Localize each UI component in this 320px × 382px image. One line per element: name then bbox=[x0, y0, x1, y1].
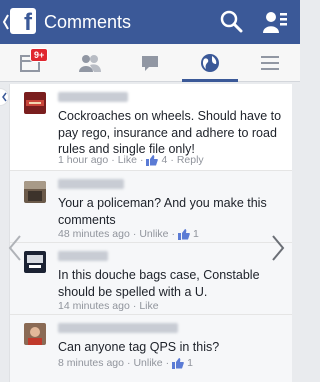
tab-bar: 9+ bbox=[0, 44, 300, 82]
next-chevron-icon[interactable] bbox=[271, 234, 285, 262]
chevron-left-icon bbox=[2, 92, 7, 102]
comment-time[interactable]: 48 minutes ago bbox=[58, 228, 130, 240]
reply-link[interactable]: Reply bbox=[177, 154, 204, 166]
tab-notifications[interactable]: 9+ bbox=[0, 44, 60, 82]
friends-icon bbox=[79, 55, 101, 72]
unlike-link[interactable]: Unlike bbox=[139, 228, 168, 240]
tab-messages[interactable] bbox=[120, 44, 180, 82]
commenter-name[interactable] bbox=[58, 323, 178, 333]
comment-text: Cockroaches on wheels. Should have to pa… bbox=[58, 109, 282, 156]
comment-text: In this douche bags case, Constable shou… bbox=[58, 268, 260, 299]
avatar[interactable] bbox=[24, 92, 46, 114]
comment-text: Can anyone tag QPS in this? bbox=[58, 340, 220, 354]
avatar[interactable] bbox=[24, 323, 46, 345]
comment-item: Can anyone tag QPS in this? 8 minutes ag… bbox=[10, 314, 292, 382]
tab-menu[interactable] bbox=[240, 44, 300, 82]
tab-globe[interactable] bbox=[180, 44, 240, 82]
avatar[interactable] bbox=[24, 251, 46, 273]
back-chevron-icon[interactable] bbox=[2, 13, 10, 31]
comment-item: In this douche bags case, Constable shou… bbox=[10, 242, 292, 314]
like-thumb-icon bbox=[178, 228, 190, 240]
comment-meta: 48 minutes ago · Unlike · 1 bbox=[58, 228, 199, 240]
side-panel-handle[interactable] bbox=[0, 88, 9, 106]
search-icon[interactable] bbox=[219, 9, 243, 33]
commenter-name[interactable] bbox=[58, 92, 128, 102]
comment-item: Cockroaches on wheels. Should have to pa… bbox=[10, 84, 292, 170]
comment-meta: 1 hour ago · Like · 4 · Reply bbox=[58, 154, 204, 166]
like-link[interactable]: Like bbox=[139, 300, 158, 312]
unlike-link[interactable]: Unlike bbox=[133, 357, 162, 369]
messages-icon bbox=[142, 56, 158, 71]
comment-time[interactable]: 14 minutes ago bbox=[58, 300, 130, 312]
like-thumb-icon bbox=[172, 357, 184, 369]
menu-icon bbox=[261, 56, 279, 70]
comment-meta: 14 minutes ago · Like bbox=[58, 300, 159, 312]
previous-chevron-icon[interactable] bbox=[8, 234, 22, 262]
like-count[interactable]: 1 bbox=[193, 228, 199, 240]
avatar[interactable] bbox=[24, 181, 46, 203]
top-bar: f Comments bbox=[0, 0, 300, 44]
notification-badge: 9+ bbox=[30, 48, 49, 62]
like-link[interactable]: Like bbox=[118, 154, 137, 166]
like-count[interactable]: 4 bbox=[161, 154, 167, 166]
like-thumb-icon bbox=[146, 154, 159, 166]
page-title: Comments bbox=[44, 12, 132, 32]
friend-requests-icon[interactable] bbox=[262, 9, 288, 35]
comment-item: Your a policeman? And you make this comm… bbox=[10, 170, 292, 242]
like-count[interactable]: 1 bbox=[187, 357, 193, 369]
comments-list: Cockroaches on wheels. Should have to pa… bbox=[9, 84, 292, 382]
comment-time[interactable]: 8 minutes ago bbox=[58, 357, 124, 369]
comment-text: Your a policeman? And you make this comm… bbox=[58, 196, 267, 227]
globe-icon bbox=[201, 54, 219, 72]
facebook-logo-icon[interactable]: f bbox=[10, 8, 36, 34]
commenter-name[interactable] bbox=[58, 251, 108, 261]
commenter-name[interactable] bbox=[58, 179, 124, 189]
comment-time[interactable]: 1 hour ago bbox=[58, 154, 108, 166]
comment-meta: 8 minutes ago · Unlike · 1 bbox=[58, 357, 193, 369]
tab-friends[interactable] bbox=[60, 44, 120, 82]
